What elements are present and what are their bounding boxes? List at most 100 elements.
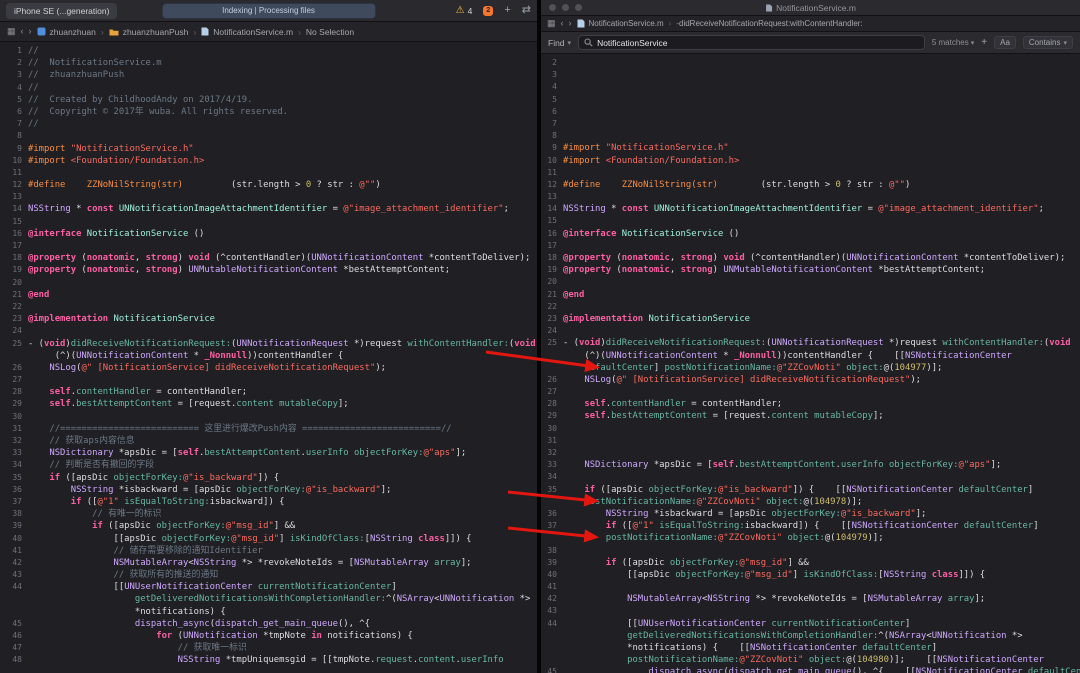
scheme-device-selector[interactable]: iPhone SE (...generation) [6, 2, 118, 19]
line-number[interactable]: 17 [0, 240, 28, 252]
code-line[interactable]: 15 [0, 216, 537, 228]
code-line[interactable]: 22 [541, 301, 1080, 313]
code-line[interactable]: 40 [[apsDic objectForKey:@"msg_id"] isKi… [541, 569, 1080, 581]
code-line[interactable]: 17 [541, 240, 1080, 252]
line-number[interactable]: 41 [0, 545, 28, 557]
code-line[interactable]: 27 [0, 374, 537, 386]
code-line[interactable]: 11 [541, 167, 1080, 179]
line-number[interactable]: 2 [0, 57, 28, 69]
line-number[interactable]: 20 [0, 277, 28, 289]
line-number[interactable]: 18 [0, 252, 28, 264]
line-number[interactable]: 3 [0, 69, 28, 81]
line-number[interactable]: 25 [541, 337, 563, 349]
line-number[interactable]: 36 [541, 508, 563, 520]
code-line[interactable]: 9 #import "NotificationService.h" [0, 143, 537, 155]
code-line[interactable]: 43 // 获取所有的推送的通知 [0, 569, 537, 581]
code-line[interactable]: (^)(UNNotificationContent * _Nonnull))co… [541, 350, 1080, 362]
code-line[interactable]: 25- (void)didReceiveNotificationRequest:… [0, 338, 537, 350]
code-line[interactable]: 46 for (UNNotification *tmpNote in notif… [0, 630, 537, 642]
line-number[interactable]: 18 [541, 252, 563, 264]
line-number[interactable]: 25 [0, 338, 28, 350]
line-number[interactable]: 32 [541, 447, 563, 459]
line-number[interactable]: 23 [0, 313, 28, 325]
code-line[interactable]: 36 NSString *isbackward = [apsDic object… [541, 508, 1080, 520]
add-editor-button[interactable]: + [504, 5, 510, 16]
code-line[interactable]: 41 [541, 581, 1080, 593]
code-line[interactable]: defaultCenter] postNotificationName:@"ZZ… [541, 362, 1080, 374]
line-number[interactable]: 7 [0, 118, 28, 130]
back-icon[interactable]: ‹ [561, 19, 564, 28]
code-line[interactable]: 17 [0, 240, 537, 252]
line-number[interactable]: 8 [541, 130, 563, 142]
code-line[interactable]: 33 NSDictionary *apsDic = [self.bestAtte… [541, 459, 1080, 471]
line-number[interactable] [541, 496, 563, 508]
line-number[interactable]: 40 [0, 533, 28, 545]
breadcrumb-selection[interactable]: No Selection [306, 27, 354, 37]
line-number[interactable]: 33 [541, 459, 563, 471]
code-line[interactable]: 10 #import <Foundation/Foundation.h> [541, 155, 1080, 167]
line-number[interactable]: 3 [541, 69, 563, 81]
code-line[interactable]: 7// [0, 118, 537, 130]
issue-icon[interactable]: 2 [483, 5, 494, 16]
line-number[interactable]: 42 [541, 593, 563, 605]
code-line[interactable]: 44 [[UNUserNotificationCenter currentNot… [541, 618, 1080, 630]
forward-icon[interactable]: › [29, 27, 32, 36]
code-line[interactable]: 29 self.bestAttemptContent = [request.co… [0, 398, 537, 410]
breadcrumb-group[interactable]: zhuanzhuanPush [109, 27, 188, 37]
line-number[interactable]: 11 [541, 167, 563, 179]
line-number[interactable]: 16 [541, 228, 563, 240]
line-number[interactable]: 13 [0, 191, 28, 203]
related-items-icon[interactable]: ▦ [547, 19, 556, 28]
line-number[interactable]: 17 [541, 240, 563, 252]
search-input[interactable]: NotificationService [578, 35, 925, 50]
line-number[interactable]: 8 [0, 130, 28, 142]
code-line[interactable]: getDeliveredNotificationsWithCompletionH… [541, 630, 1080, 642]
code-line[interactable]: 28 self.contentHandler = contentHandler; [541, 398, 1080, 410]
code-line[interactable]: 29 self.bestAttemptContent = [request.co… [541, 410, 1080, 422]
line-number[interactable]: 21 [541, 289, 563, 301]
line-number[interactable] [541, 630, 563, 642]
code-line[interactable]: 31 //========================== 这里进行爆改Pu… [0, 423, 537, 435]
line-number[interactable]: 35 [541, 484, 563, 496]
line-number[interactable]: 16 [0, 228, 28, 240]
line-number[interactable]: 27 [541, 386, 563, 398]
code-line[interactable]: 13 [541, 191, 1080, 203]
code-line[interactable]: 2 [541, 57, 1080, 69]
code-line[interactable]: 26 NSLog(@" [NotificationService] didRec… [0, 362, 537, 374]
code-line[interactable]: 26 NSLog(@" [NotificationService] didRec… [541, 374, 1080, 386]
code-line[interactable]: 27 [541, 386, 1080, 398]
line-number[interactable]: 34 [0, 459, 28, 471]
line-number[interactable]: 45 [0, 618, 28, 630]
line-number[interactable]: 2 [541, 57, 563, 69]
code-line[interactable]: 16 @interface NotificationService () [541, 228, 1080, 240]
code-line[interactable]: 11 [0, 167, 537, 179]
code-line[interactable]: *notifications) { [[NSNotificationCenter… [541, 642, 1080, 654]
line-number[interactable]: 38 [541, 545, 563, 557]
line-number[interactable]: 43 [541, 605, 563, 617]
line-number[interactable]: 14 [0, 203, 28, 215]
line-number[interactable]: 36 [0, 484, 28, 496]
line-number[interactable]: 38 [0, 508, 28, 520]
line-number[interactable]: 33 [0, 447, 28, 459]
line-number[interactable]: 26 [541, 374, 563, 386]
code-line[interactable]: 34 [541, 471, 1080, 483]
line-number[interactable]: 24 [541, 325, 563, 337]
code-line[interactable]: 10 #import <Foundation/Foundation.h> [0, 155, 537, 167]
code-line[interactable]: 37 if ([@"1" isEqualToString:isbackward]… [0, 496, 537, 508]
breadcrumb-project[interactable]: zhuanzhuan [37, 27, 96, 37]
code-line[interactable]: postNotificationName:@"ZZCovNoti" object… [541, 654, 1080, 666]
code-line[interactable]: 38 // 有唯一的标识 [0, 508, 537, 520]
line-number[interactable]: 32 [0, 435, 28, 447]
code-line[interactable]: 16 @interface NotificationService () [0, 228, 537, 240]
code-line[interactable]: 24 [0, 325, 537, 337]
code-line[interactable]: getDeliveredNotificationsWithCompletionH… [0, 593, 537, 605]
code-line[interactable]: 12 #define ZZNoNilString(str) (str.length… [0, 179, 537, 191]
line-number[interactable]: 27 [0, 374, 28, 386]
line-number[interactable]: 42 [0, 557, 28, 569]
line-number[interactable]: 37 [0, 496, 28, 508]
line-number[interactable]: 39 [541, 557, 563, 569]
code-line[interactable]: 12 #define ZZNoNilString(str) (str.length… [541, 179, 1080, 191]
code-line[interactable]: 28 self.contentHandler = contentHandler; [0, 386, 537, 398]
code-line[interactable]: 36 NSString *isbackward = [apsDic object… [0, 484, 537, 496]
code-line[interactable]: 47 // 获取唯一标识 [0, 642, 537, 654]
